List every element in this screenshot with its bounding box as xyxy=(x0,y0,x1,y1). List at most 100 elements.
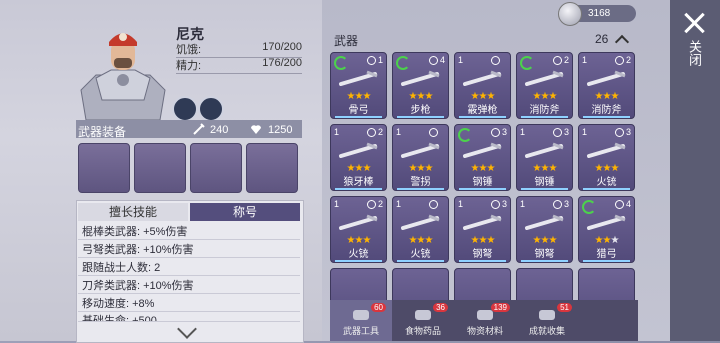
category-label: 武器工具 xyxy=(342,326,379,336)
weapon-icon xyxy=(339,214,378,230)
weapon-card[interactable]: 1 3 ★★★ 钢弩 xyxy=(516,196,573,263)
weapon-name: 火铳 xyxy=(410,249,431,260)
weapon-name: 警拐 xyxy=(410,177,431,188)
tab-materials[interactable]: 139 物资材料 xyxy=(454,300,516,341)
equipment-title: 武器装备 xyxy=(78,125,127,139)
tab-achievements[interactable]: 51 成就收集 xyxy=(516,300,578,341)
category-label: 食物药品 xyxy=(404,326,441,336)
weapon-card[interactable]: 2 ★★★ 消防斧 xyxy=(516,52,573,119)
tab-food-medicine[interactable]: 36 食物药品 xyxy=(392,300,454,341)
durability-bar xyxy=(335,188,382,190)
weapon-level: 2 xyxy=(377,127,383,137)
weapons-grid: 1 ★★★ 骨弓 4 ★★★ 步枪 1 ★★★ 霰弹枪 2 ★★★ 消防斧 1 2 ★★★ 消防斧 1 2 ★★★ 狼… xyxy=(330,52,638,341)
equip-slot-legs[interactable] xyxy=(246,143,298,193)
gear-icon xyxy=(367,200,376,209)
weapon-icon xyxy=(587,214,626,230)
weapons-title: 武器 xyxy=(334,34,359,48)
weapon-card[interactable]: 1 2 ★★★ 消防斧 xyxy=(578,52,635,119)
equip-slot-body[interactable] xyxy=(190,143,242,193)
buff-badge[interactable] xyxy=(172,96,198,122)
weapon-level: 3 xyxy=(563,199,569,209)
weapon-name: 钢弩 xyxy=(472,249,493,260)
weapon-name: 钢锤 xyxy=(472,177,493,188)
weapon-card[interactable]: 1 ★★★ 火铳 xyxy=(392,196,449,263)
weapon-level: 3 xyxy=(501,199,507,209)
equip-slot-weapon[interactable] xyxy=(78,143,130,193)
weapon-card[interactable]: 1 3 ★★★ 钢锤 xyxy=(516,124,573,191)
weapon-card[interactable]: 1 ★★★ 骨弓 xyxy=(330,52,387,119)
defense-value: 1250 xyxy=(268,124,293,136)
weapon-card[interactable]: 1 2 ★★★ 火铳 xyxy=(330,196,387,263)
gear-icon xyxy=(429,56,438,65)
energy-value: 176/200 xyxy=(262,57,302,69)
skill-row: 移动速度: +8% xyxy=(78,296,300,312)
gear-icon xyxy=(615,128,624,137)
gear-icon xyxy=(615,200,624,209)
weapon-level: 3 xyxy=(563,127,569,137)
weapon-quantity: 1 xyxy=(458,55,464,65)
weapon-icon xyxy=(525,70,564,86)
durability-bar xyxy=(459,116,506,118)
weapon-icon xyxy=(401,70,440,86)
durability-bar xyxy=(397,260,444,262)
durability-bar xyxy=(521,116,568,118)
gear-icon xyxy=(553,56,562,65)
attack-icon xyxy=(193,123,205,135)
weapon-name: 猎弓 xyxy=(596,249,617,260)
weapon-level: 3 xyxy=(625,127,631,137)
durability-bar xyxy=(521,188,568,190)
tab-titles[interactable]: 称号 xyxy=(190,203,300,221)
weapon-icon xyxy=(463,214,502,230)
skill-badge[interactable] xyxy=(198,96,224,122)
energy-label: 精力: xyxy=(176,60,202,72)
close-label[interactable]: 关闭 xyxy=(684,40,704,66)
weapon-icon xyxy=(525,214,564,230)
durability-bar xyxy=(583,260,630,262)
category-count: 51 xyxy=(557,303,572,312)
equip-slot-head[interactable] xyxy=(134,143,186,193)
gear-icon xyxy=(367,56,376,65)
weapon-icon xyxy=(339,142,378,158)
weapon-name: 霰弹枪 xyxy=(467,105,498,116)
energy-stat: 精力: 176/200 xyxy=(176,57,302,74)
durability-bar xyxy=(335,260,382,262)
weapon-name: 步枪 xyxy=(410,105,431,116)
weapon-quantity: 1 xyxy=(458,199,464,209)
skill-row: 刀斧类武器: +10%伤害 xyxy=(78,278,300,294)
weapon-level: 2 xyxy=(563,55,569,65)
weapon-name: 狼牙棒 xyxy=(343,177,374,188)
weapon-icon xyxy=(587,142,626,158)
weapon-quantity: 1 xyxy=(396,199,402,209)
weapon-icon xyxy=(401,214,440,230)
gear-icon xyxy=(491,128,500,137)
weapon-card[interactable]: 1 ★★★ 霰弹枪 xyxy=(454,52,511,119)
weapon-level: 3 xyxy=(501,127,507,137)
weapon-quantity: 1 xyxy=(396,127,402,137)
weapon-quantity: 1 xyxy=(520,199,526,209)
gear-icon xyxy=(491,200,500,209)
weapon-level: 4 xyxy=(625,199,631,209)
tab-weapons-tools[interactable]: 60 武器工具 xyxy=(330,300,392,341)
category-count: 60 xyxy=(371,303,386,312)
gear-icon xyxy=(429,128,438,137)
weapon-card[interactable]: 4 ★★★ 猎弓 xyxy=(578,196,635,263)
durability-bar xyxy=(521,260,568,262)
skills-tabs: 擅长技能 称号 xyxy=(78,203,300,221)
weapon-card[interactable]: 3 ★★★ 钢锤 xyxy=(454,124,511,191)
weapon-icon xyxy=(339,70,378,86)
category-icon xyxy=(415,310,431,320)
weapon-name: 消防斧 xyxy=(591,105,622,116)
weapon-card[interactable]: 1 3 ★★★ 火铳 xyxy=(578,124,635,191)
weapon-icon xyxy=(525,142,564,158)
weapon-card[interactable]: 1 3 ★★★ 钢弩 xyxy=(454,196,511,263)
close-icon[interactable] xyxy=(683,12,705,34)
weapon-name: 钢弩 xyxy=(534,249,555,260)
tab-skills[interactable]: 擅长技能 xyxy=(78,203,188,221)
weapon-card[interactable]: 1 ★★★ 警拐 xyxy=(392,124,449,191)
weapon-card[interactable]: 1 2 ★★★ 狼牙棒 xyxy=(330,124,387,191)
weapon-icon xyxy=(401,142,440,158)
weapon-card[interactable]: 4 ★★★ 步枪 xyxy=(392,52,449,119)
hunger-stat: 饥饿: 170/200 xyxy=(176,41,302,58)
category-count: 139 xyxy=(490,303,510,312)
weapon-name: 骨弓 xyxy=(348,105,369,116)
